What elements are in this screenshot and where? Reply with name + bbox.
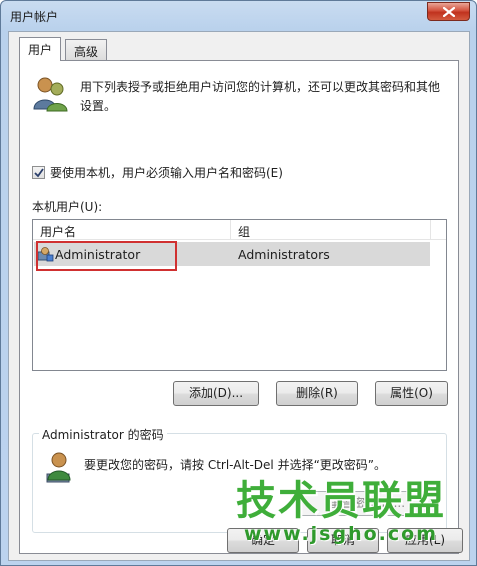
ok-button[interactable]: 确定 [227, 528, 299, 553]
tab-advanced-label: 高级 [74, 45, 99, 59]
list-header: 用户名 组 [33, 220, 446, 240]
dialog-buttons: 确定 取消 应用(L) [9, 526, 469, 560]
cancel-button[interactable]: 取消 [307, 528, 379, 553]
reset-password-button[interactable]: 重置密码(P)... [295, 491, 439, 516]
properties-button[interactable]: 属性(O) [375, 381, 448, 406]
users-description: 用下列表授予或拒绝用户访问您的计算机，还可以更改其密码和其他设置。 [80, 80, 441, 113]
checkmark-icon [34, 168, 44, 178]
dialog-client-area: 用户 高级 用下列表授予或拒绝用户访问您的计算机，还可以更改其密码和其他设置。 … [8, 31, 470, 561]
two-users-icon [33, 77, 68, 112]
row-group: Administrators [238, 247, 330, 262]
tab-advanced[interactable]: 高级 [65, 39, 108, 60]
add-user-button[interactable]: 添加(D)... [173, 381, 259, 406]
password-groupbox: Administrator 的密码 要更改您的密码，请按 Ctrl-Alt-De… [32, 426, 447, 533]
column-header-group[interactable]: 组 [238, 223, 250, 240]
apply-button[interactable]: 应用(L) [387, 528, 463, 553]
password-instructions: 要更改您的密码，请按 Ctrl-Alt-Del 并选择“更改密码”。 [84, 458, 387, 472]
highlight-box [36, 241, 177, 271]
delete-user-button[interactable]: 删除(R) [276, 381, 358, 406]
close-button[interactable] [427, 2, 470, 21]
close-icon [443, 7, 455, 17]
local-users-label: 本机用户(U): [32, 200, 103, 214]
require-login-label[interactable]: 要使用本机，用户必须输入用户名和密码(E) [50, 164, 283, 181]
users-tab-panel: 用下列表授予或拒绝用户访问您的计算机，还可以更改其密码和其他设置。 要使用本机，… [19, 60, 459, 554]
require-login-checkbox[interactable] [32, 166, 45, 179]
column-header-username[interactable]: 用户名 [40, 223, 76, 240]
tab-users[interactable]: 用户 [19, 37, 62, 61]
title-bar: 用户帐户 [1, 1, 476, 31]
tab-users-label: 用户 [28, 43, 53, 57]
user-key-icon [46, 452, 71, 483]
password-group-title: Administrator 的密码 [39, 426, 167, 443]
user-accounts-window: 用户帐户 用户 高级 用下列表授予或拒绝用户访问您的计算机，还可以更改其密码和其… [0, 0, 477, 566]
local-users-list[interactable]: 用户名 组 Administrator Administrators [32, 219, 447, 371]
window-title: 用户帐户 [10, 10, 59, 24]
